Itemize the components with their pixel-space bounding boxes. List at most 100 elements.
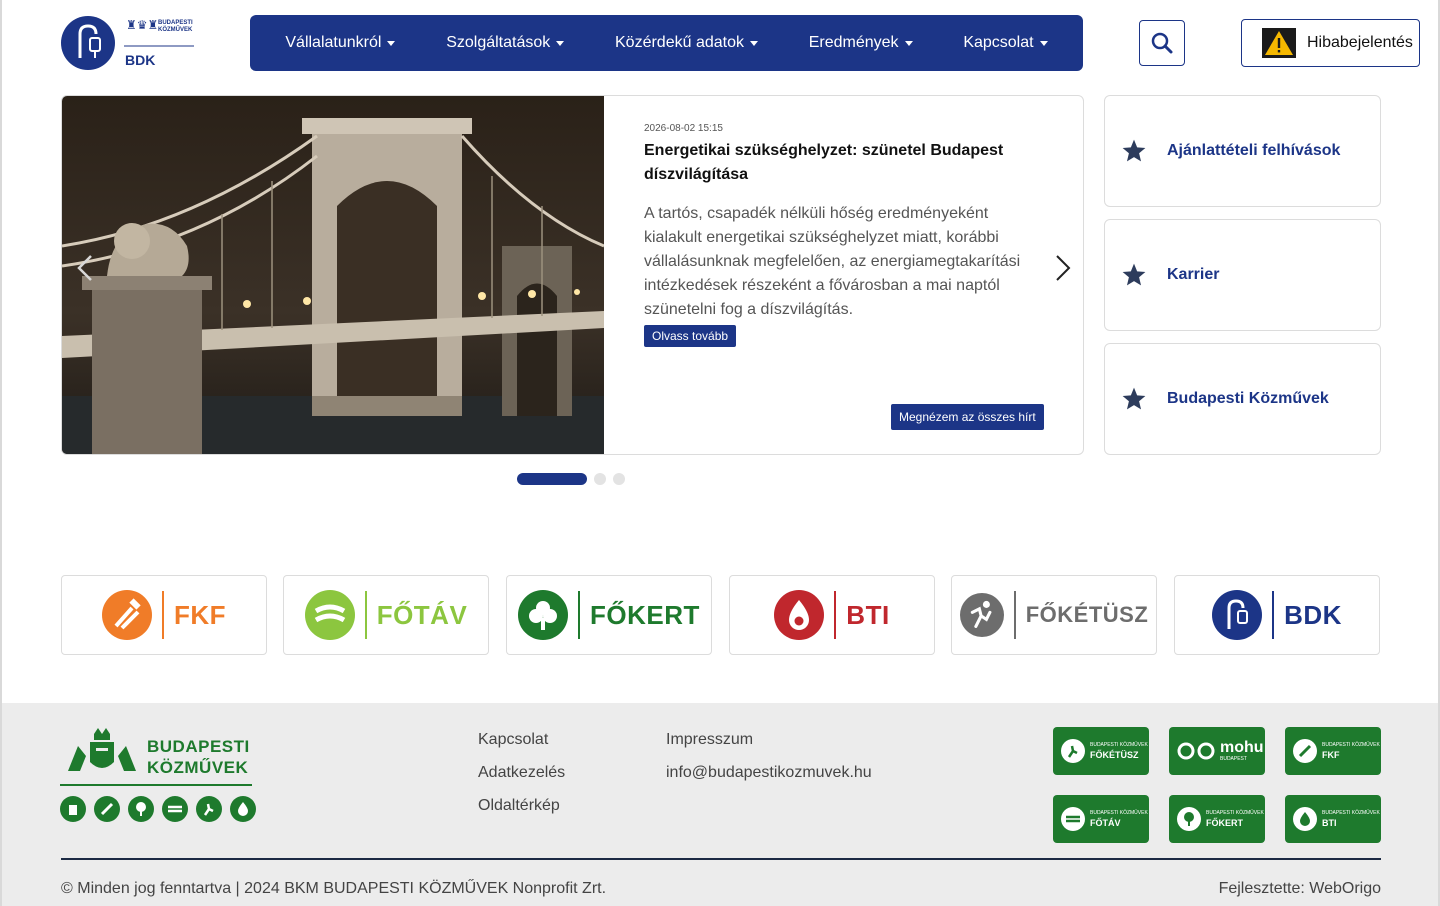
carousel-dot-3[interactable]	[613, 473, 625, 485]
caret-down-icon	[749, 41, 758, 46]
badge-sub: BUDAPESTI KÖZMŰVEK	[1090, 741, 1148, 748]
nav-item-services[interactable]: Szolgáltatások	[446, 34, 565, 52]
star-icon	[1122, 263, 1146, 286]
badge-label: FKF	[1322, 749, 1340, 760]
footer-divider	[61, 858, 1381, 860]
badge-sub: BUDAPESTI KÖZMŰVEK	[1206, 809, 1264, 816]
trash-icon	[60, 796, 86, 822]
badge-sub: BUDAPESTI KÖZMŰVEK	[1322, 741, 1380, 748]
partner-name: FŐKÉTÜSZ	[1025, 602, 1149, 627]
carousel-dot-2[interactable]	[594, 473, 606, 485]
footer-badge-fotav[interactable]: BUDAPESTI KÖZMŰVEK FŐTÁV	[1053, 795, 1149, 843]
all-news-button[interactable]: Megnézem az összes hírt	[891, 404, 1044, 430]
bti-logo-icon	[774, 590, 825, 640]
card-budapest-utilities-label: Budapesti Közművek	[1167, 390, 1329, 407]
carousel-dot-1[interactable]	[517, 473, 587, 485]
main-nav: Vállalatunkról Szolgáltatások Közérdekű …	[250, 15, 1083, 71]
partner-fokert[interactable]: FŐKERT	[506, 575, 712, 655]
flame-icon	[1293, 807, 1317, 831]
partner-name: FŐKERT	[590, 599, 700, 630]
broom-icon	[1293, 739, 1317, 763]
flame-icon	[230, 796, 256, 822]
badge-sub: BUDAPEST	[1220, 756, 1247, 762]
star-icon	[1122, 387, 1146, 410]
heat-icon	[1061, 807, 1085, 831]
nav-item-company[interactable]: Vállalatunkról	[285, 34, 396, 52]
news-date: 2026-08-02 15:15	[644, 123, 723, 134]
mohu-loop-icon	[1177, 742, 1215, 760]
broom-icon	[94, 796, 120, 822]
footer-brand-icons	[60, 796, 256, 822]
partner-bdk[interactable]: BDK	[1174, 575, 1380, 655]
footer-badge-mohu[interactable]: mohu BUDAPEST	[1169, 727, 1265, 775]
partner-fkf[interactable]: FKF	[61, 575, 267, 655]
separator	[1272, 591, 1275, 639]
partner-name: FŐTÁV	[376, 599, 468, 630]
badge-label: FŐTÁV	[1090, 817, 1121, 828]
nav-item-results[interactable]: Eredmények	[809, 34, 913, 52]
partner-foketusz[interactable]: FŐKÉTÜSZ	[951, 575, 1157, 655]
star-icon	[1122, 139, 1146, 162]
footer-badge-bti[interactable]: BUDAPESTI KÖZMŰVEK BTI	[1285, 795, 1381, 843]
carousel-next-icon[interactable]	[1054, 254, 1072, 282]
badge-sub: BUDAPESTI KÖZMŰVEK	[1322, 809, 1380, 816]
report-issue-button[interactable]: Hibabejelentés	[1241, 19, 1420, 67]
chain-bridge-image	[62, 96, 604, 454]
footer-brand-line2: KÖZMŰVEK	[147, 758, 249, 777]
badge-label: mohu	[1220, 739, 1264, 756]
card-tenders[interactable]: Ajánlattételi felhívások	[1104, 95, 1381, 207]
bdk-logo[interactable]: ♜♛♜ BUDAPESTI KÖZMŰVEK BDK	[60, 14, 196, 72]
logo-text: BDK	[125, 52, 156, 68]
search-icon	[1151, 32, 1173, 54]
footer-badge-fokert[interactable]: BUDAPESTI KÖZMŰVEK FŐKERT	[1169, 795, 1265, 843]
partner-name: BDK	[1284, 599, 1342, 630]
footer-link-contact[interactable]: Kapcsolat	[478, 731, 548, 749]
partner-name: FKF	[173, 599, 227, 630]
footer-link-email[interactable]: info@budapestikozmuvek.hu	[666, 764, 872, 782]
footer-brand-divider	[60, 784, 252, 786]
separator	[161, 591, 164, 639]
nav-item-contact[interactable]: Kapcsolat	[963, 34, 1048, 52]
carousel-indicators	[517, 473, 625, 485]
card-career-label: Karrier	[1167, 266, 1220, 283]
tree-icon	[1177, 807, 1201, 831]
card-career[interactable]: Karrier	[1104, 219, 1381, 331]
footer-brand-logo[interactable]: BUDAPESTI KÖZMŰVEK	[60, 726, 260, 826]
report-issue-label: Hibabejelentés	[1307, 34, 1413, 51]
news-excerpt: A tartós, csapadék nélküli hőség eredmén…	[644, 205, 1021, 318]
runner-icon	[1061, 739, 1085, 763]
footer-link-sitemap[interactable]: Oldaltérkép	[478, 797, 560, 815]
footer-link-impressum[interactable]: Impresszum	[666, 731, 753, 749]
partner-fotav[interactable]: FŐTÁV	[283, 575, 489, 655]
footer-badge-fkf[interactable]: BUDAPESTI KÖZMŰVEK FKF	[1285, 727, 1381, 775]
caret-down-icon	[387, 41, 396, 46]
badge-label: FŐKÉTÜSZ	[1090, 749, 1139, 760]
partner-name: BTI	[846, 599, 890, 630]
caret-down-icon	[556, 41, 565, 46]
developer-credit[interactable]: Fejlesztette: WebOrigo	[1219, 880, 1381, 898]
fkf-logo-icon	[101, 590, 152, 640]
read-more-button[interactable]: Olvass tovább	[644, 325, 737, 347]
card-budapest-utilities[interactable]: Budapesti Közművek	[1104, 343, 1381, 455]
runner-icon	[196, 796, 222, 822]
fotav-logo-icon	[304, 590, 355, 640]
footer-badge-foketusz[interactable]: BUDAPESTI KÖZMŰVEK FŐKÉTÜSZ	[1053, 727, 1149, 775]
search-button[interactable]	[1139, 20, 1185, 66]
badge-sub: BUDAPESTI KÖZMŰVEK	[1090, 809, 1148, 816]
heat-icon	[162, 796, 188, 822]
badge-label: FŐKERT	[1206, 817, 1243, 828]
separator	[834, 591, 837, 639]
logo-sub-text: BUDAPESTI KÖZMŰVEK	[158, 20, 193, 33]
bdk-partner-logo-icon	[1212, 590, 1263, 640]
nav-item-public-data[interactable]: Közérdekű adatok	[615, 34, 758, 52]
fokert-logo-icon	[518, 590, 569, 640]
partner-bti[interactable]: BTI	[729, 575, 935, 655]
news-carousel: 2026-08-02 15:15 Energetikai szükséghely…	[61, 95, 1084, 455]
separator	[364, 591, 367, 639]
badge-label: BTI	[1322, 817, 1337, 828]
warning-icon	[1262, 28, 1296, 58]
news-title[interactable]: Energetikai szükséghelyzet: szünetel Bud…	[644, 139, 1044, 187]
carousel-prev-icon[interactable]	[76, 254, 94, 282]
footer-link-privacy[interactable]: Adatkezelés	[478, 764, 565, 782]
tree-icon	[128, 796, 154, 822]
